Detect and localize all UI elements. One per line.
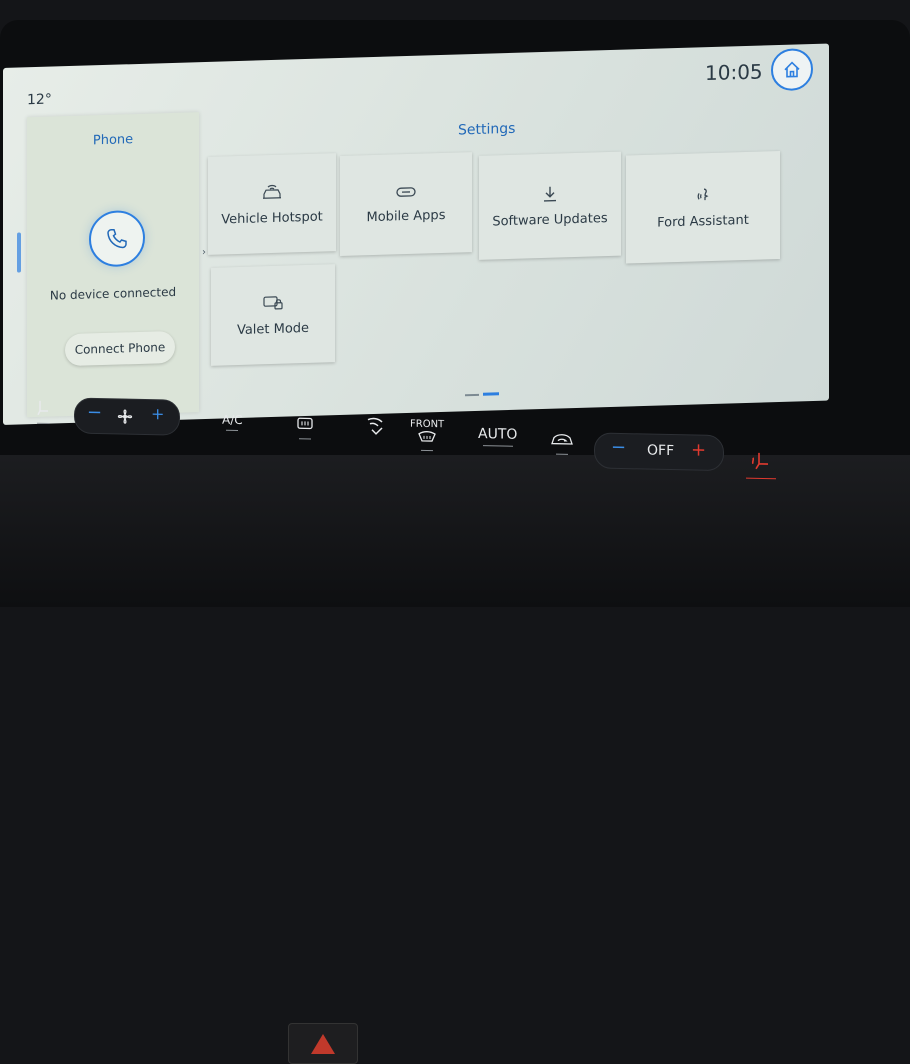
tile-label: Vehicle Hotspot (221, 209, 323, 227)
windshield-defrost-icon (417, 430, 437, 444)
climate-bar: − + A/C FRONT AUTO (0, 390, 810, 487)
front-defrost-button[interactable]: FRONT (410, 419, 444, 452)
page-dot[interactable] (465, 393, 479, 395)
link-icon (395, 184, 417, 199)
outside-temperature: 12° (27, 92, 52, 109)
tile-valet-mode[interactable]: Valet Mode (211, 264, 335, 366)
home-icon (782, 59, 802, 80)
tile-ford-assistant[interactable]: Ford Assistant (626, 151, 780, 264)
tile-label: Mobile Apps (367, 207, 446, 224)
recirculation-button[interactable] (364, 416, 388, 444)
ac-button[interactable]: A/C (222, 413, 243, 431)
tile-label: Valet Mode (237, 320, 309, 337)
fan-icon (115, 406, 135, 426)
home-button[interactable] (771, 48, 813, 91)
fan-minus-button[interactable]: − (87, 402, 102, 423)
auto-label: AUTO (478, 426, 517, 443)
temp-minus-button[interactable]: − (611, 437, 626, 458)
phone-panel: Phone No device connected Connect Phone (27, 112, 199, 417)
chevron-right-icon: › (202, 247, 206, 258)
valet-lock-icon (262, 293, 284, 312)
download-icon (541, 184, 559, 203)
tile-mobile-apps[interactable]: Mobile Apps (340, 152, 472, 256)
temperature-control: − OFF + (594, 432, 724, 471)
page-dot-active[interactable] (483, 392, 499, 395)
fan-speed-control: − + (74, 398, 180, 436)
front-label: FRONT (410, 419, 444, 431)
heated-seat-icon (750, 450, 772, 472)
fan-off-value: OFF (647, 443, 674, 460)
temp-plus-button[interactable]: + (691, 439, 706, 460)
voice-icon (693, 185, 713, 204)
phone-status: No device connected (27, 284, 199, 303)
air-distribution-icon (364, 416, 388, 441)
tile-label: Software Updates (492, 211, 607, 229)
auto-climate-button[interactable]: AUTO (478, 426, 517, 447)
seat-icon (34, 399, 52, 417)
connect-phone-button[interactable]: Connect Phone (65, 331, 175, 366)
seat-climate-button[interactable] (34, 399, 52, 424)
infotainment-screen: 12° 10:05 Phone No device connected Conn… (3, 43, 829, 425)
hazard-icon (311, 1034, 335, 1054)
car-recirculation-icon (550, 432, 574, 449)
settings-title: Settings (458, 121, 515, 139)
max-defrost-button[interactable] (296, 416, 314, 439)
ac-label: A/C (222, 413, 243, 427)
air-recirculation-button[interactable] (550, 432, 574, 456)
phone-icon (105, 226, 129, 251)
fan-plus-button[interactable]: + (151, 404, 164, 423)
heated-seat-button[interactable] (746, 450, 776, 480)
tile-label: Ford Assistant (657, 212, 749, 230)
hazard-button[interactable] (288, 1023, 358, 1064)
clock: 10:05 (705, 59, 763, 85)
wifi-car-icon (261, 182, 283, 201)
rear-defrost-icon (296, 416, 314, 432)
phone-button[interactable] (89, 210, 145, 268)
tile-vehicle-hotspot[interactable]: Vehicle Hotspot (208, 153, 336, 255)
tile-software-updates[interactable]: Software Updates (479, 152, 621, 260)
phone-title: Phone (27, 130, 199, 150)
side-drawer-handle[interactable] (17, 232, 21, 272)
